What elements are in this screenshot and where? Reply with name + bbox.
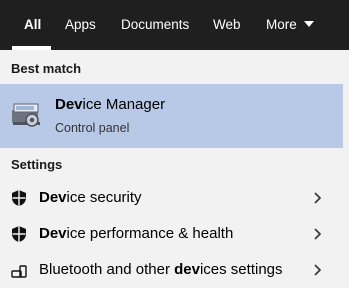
tab-more-label: More xyxy=(266,17,297,32)
best-match-result[interactable]: Device Manager Control panel xyxy=(0,84,343,148)
best-match-title: Device Manager xyxy=(55,96,165,113)
chevron-right-icon xyxy=(314,192,322,204)
search-filter-tabs: All Apps Documents Web More xyxy=(0,0,349,50)
best-match-title-rest: ice Manager xyxy=(82,96,166,113)
tab-apps[interactable]: Apps xyxy=(65,0,96,50)
chevron-down-icon xyxy=(303,21,314,27)
active-tab-indicator xyxy=(12,46,51,50)
setting-item-bluetooth-devices[interactable]: Bluetooth and other devices settings xyxy=(0,252,343,288)
best-match-heading: Best match xyxy=(11,61,82,76)
tab-web[interactable]: Web xyxy=(213,0,241,50)
label-suffix: ice performance & health xyxy=(66,225,234,242)
label-suffix: ices settings xyxy=(199,261,283,278)
label-suffix: ice security xyxy=(66,189,142,206)
best-match-subtitle: Control panel xyxy=(55,121,130,135)
label-highlight: Dev xyxy=(39,225,67,242)
setting-item-label: Device security xyxy=(39,189,142,206)
setting-item-label: Bluetooth and other devices settings xyxy=(39,261,283,278)
chevron-right-icon xyxy=(314,228,322,240)
label-highlight: Dev xyxy=(39,189,67,206)
tab-all[interactable]: All xyxy=(24,0,41,50)
label-prefix: Bluetooth and other xyxy=(39,261,175,278)
bluetooth-devices-icon xyxy=(11,265,27,278)
best-match-title-highlight: Dev xyxy=(55,96,83,113)
setting-item-label: Device performance & health xyxy=(39,225,233,242)
label-highlight: dev xyxy=(174,261,200,278)
chevron-right-icon xyxy=(314,264,322,276)
setting-item-device-performance[interactable]: Device performance & health xyxy=(0,216,343,252)
shield-icon xyxy=(12,190,26,206)
tab-more[interactable]: More xyxy=(266,0,314,50)
setting-item-device-security[interactable]: Device security xyxy=(0,180,343,216)
settings-heading: Settings xyxy=(11,157,63,172)
shield-icon xyxy=(12,226,26,242)
tab-documents[interactable]: Documents xyxy=(121,0,189,50)
device-manager-icon xyxy=(12,103,40,127)
